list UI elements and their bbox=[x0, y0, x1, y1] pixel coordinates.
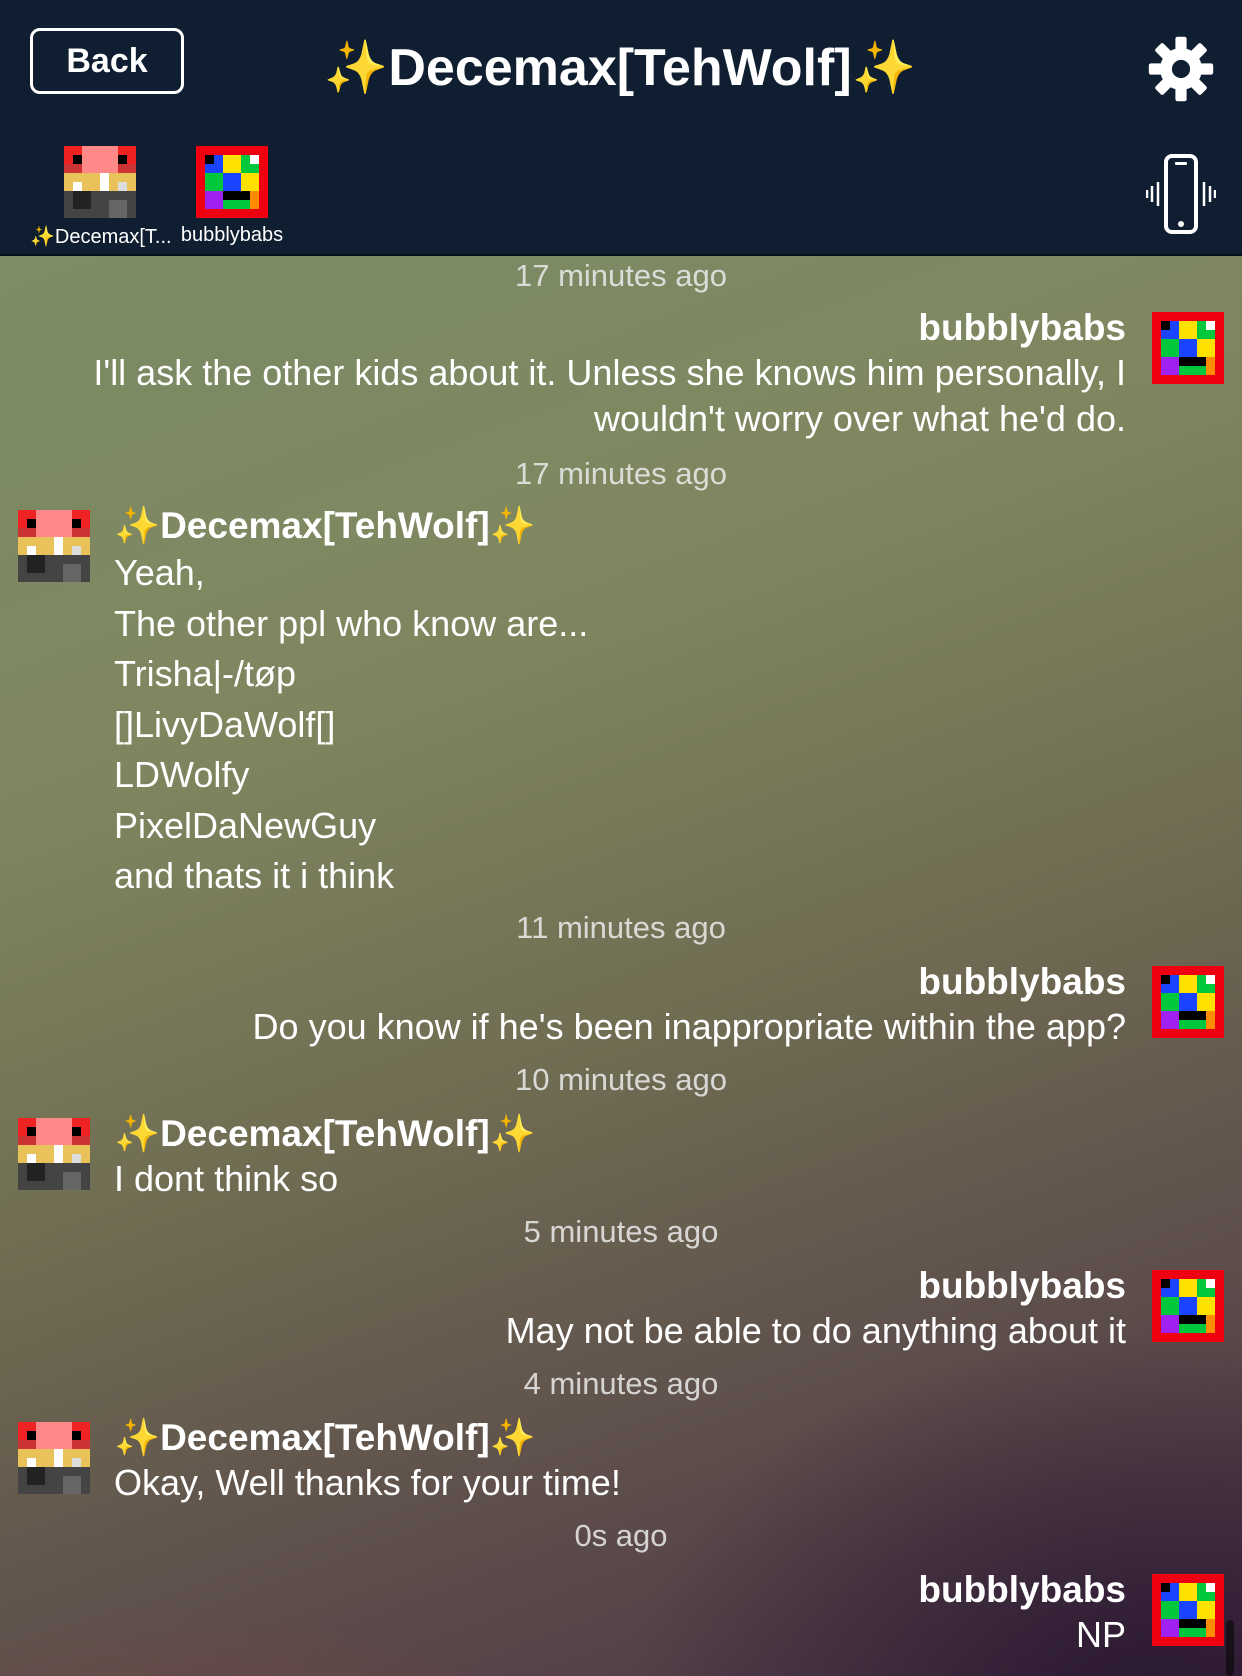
message-sender: ✨Decemax[TehWolf]✨ bbox=[114, 1417, 536, 1458]
message-timestamp: 17 minutes ago bbox=[515, 456, 727, 491]
chat-title: ✨Decemax[TehWolf]✨ bbox=[323, 39, 917, 97]
message-timestamp: 4 minutes ago bbox=[523, 1366, 719, 1401]
message-timestamp: 0s ago bbox=[574, 1518, 668, 1553]
message-outgoing: bubblybabs NP bbox=[918, 1568, 1126, 1658]
message-timestamp: 11 minutes ago bbox=[516, 910, 726, 945]
message-text: May not be able to do anything about it bbox=[505, 1310, 1126, 1351]
message-sender: bubblybabs bbox=[918, 1569, 1126, 1610]
participant-bubblybabs[interactable]: bubblybabs bbox=[172, 146, 292, 247]
pixel-avatar-red-icon bbox=[64, 146, 136, 218]
message-timestamp: 5 minutes ago bbox=[523, 1214, 719, 1249]
back-button[interactable]: Back bbox=[30, 28, 184, 94]
message-sender: ✨Decemax[TehWolf]✨ bbox=[114, 505, 536, 546]
message-sender: bubblybabs bbox=[918, 307, 1126, 348]
pixel-avatar-rainbow-icon[interactable] bbox=[1152, 966, 1224, 1038]
gear-icon[interactable] bbox=[1146, 34, 1216, 104]
message-text: Do you know if he's been inappropriate w… bbox=[252, 1006, 1126, 1047]
message-sender: bubblybabs bbox=[918, 961, 1126, 1002]
message-incoming: ✨Decemax[TehWolf]✨ Okay, Well thanks for… bbox=[114, 1416, 621, 1506]
message-timestamp: 17 minutes ago bbox=[515, 258, 727, 293]
message-incoming: ✨Decemax[TehWolf]✨ Yeah, The other ppl w… bbox=[114, 504, 588, 902]
message-outgoing: bubblybabs May not be able to do anythin… bbox=[506, 1264, 1126, 1354]
message-text: Yeah, The other ppl who know are... Tris… bbox=[114, 552, 589, 896]
message-text: Okay, Well thanks for your time! bbox=[114, 1462, 621, 1503]
message-sender: ✨Decemax[TehWolf]✨ bbox=[114, 1113, 536, 1154]
message-text: NP bbox=[1075, 1614, 1126, 1655]
message-outgoing: bubblybabs Do you know if he's been inap… bbox=[253, 960, 1126, 1050]
participant-name: bubblybabs bbox=[180, 224, 284, 246]
participant-decemax[interactable]: ✨Decemax[T... bbox=[30, 146, 172, 249]
message-text: I'll ask the other kids about it. Unless… bbox=[93, 352, 1126, 439]
chat-log[interactable]: 17 minutes ago bubblybabs I'll ask the o… bbox=[0, 256, 1242, 1676]
pixel-avatar-red-icon[interactable] bbox=[18, 1118, 90, 1190]
message-sender: bubblybabs bbox=[918, 1265, 1126, 1306]
message-timestamp: 10 minutes ago bbox=[515, 1062, 727, 1097]
message-incoming: ✨Decemax[TehWolf]✨ I dont think so bbox=[114, 1112, 536, 1202]
pixel-avatar-rainbow-icon bbox=[196, 146, 268, 218]
message-outgoing: bubblybabs I'll ask the other kids about… bbox=[93, 306, 1126, 442]
pixel-avatar-red-icon[interactable] bbox=[18, 510, 90, 582]
pixel-avatar-rainbow-icon[interactable] bbox=[1152, 1270, 1224, 1342]
participant-name: ✨Decemax[T... bbox=[30, 226, 172, 248]
chat-header: Back ✨Decemax[TehWolf]✨ ✨Decemax[T... bu… bbox=[0, 0, 1242, 256]
scrollbar[interactable] bbox=[1226, 1620, 1234, 1676]
pixel-avatar-rainbow-icon[interactable] bbox=[1152, 312, 1224, 384]
pixel-avatar-rainbow-icon[interactable] bbox=[1152, 1574, 1224, 1646]
phone-vibrate-icon[interactable] bbox=[1145, 154, 1217, 234]
message-text: I dont think so bbox=[114, 1158, 339, 1199]
pixel-avatar-red-icon[interactable] bbox=[18, 1422, 90, 1494]
